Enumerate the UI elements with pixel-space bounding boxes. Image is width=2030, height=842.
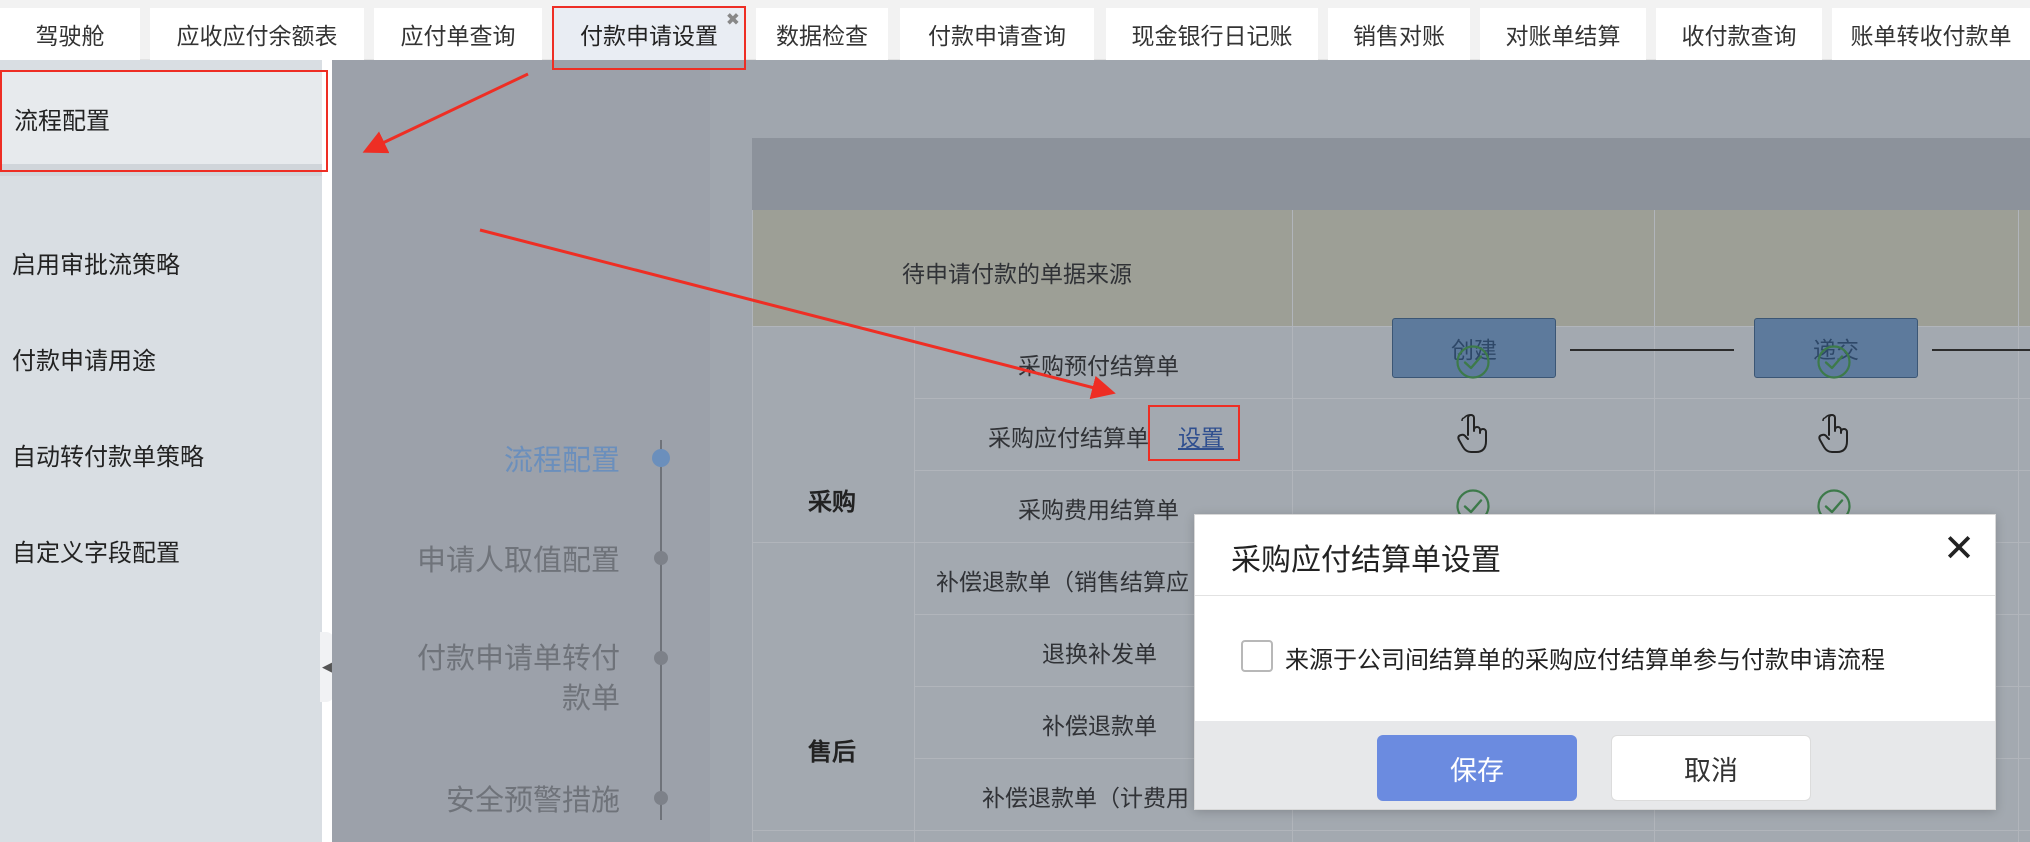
row-label-refund-expense: 补偿退款单（计费用 [982,786,1189,812]
tab-label: 对账单结算 [1505,24,1621,50]
row-label-exchange-reissue: 退换补发单 [1042,642,1157,668]
participate-checkbox-label: 来源于公司间结算单的采购应付结算单参与付款申请流程 [1285,646,1885,674]
settings-dialog: 采购应付结算单设置 ✕ 来源于公司间结算单的采购应付结算单参与付款申请流程 保存… [1194,514,1996,810]
tab-payment-request-query[interactable]: 付款申请查询 [900,8,1094,60]
category-after-sales: 售后 [808,738,856,766]
row-label-purchase-payable: 采购应付结算单 [988,426,1149,452]
step-process-config[interactable]: 流程配置 [504,440,620,480]
step-dot [654,551,668,565]
tab-bill-to-payment[interactable]: 账单转收付款单 [1832,8,2030,60]
settings-link[interactable]: 设置 [1178,419,1224,453]
grid-header [752,138,2030,210]
step-dot [654,791,668,805]
sidebar-item-approval-strategy[interactable]: 启用审批流策略 [0,214,322,310]
tab-data-check[interactable]: 数据检查 [756,8,888,60]
tab-label: 驾驶舱 [35,24,105,50]
check-circle-icon [1456,345,1490,379]
cancel-button[interactable]: 取消 [1611,735,1811,801]
tab-payment-request-settings[interactable]: 付款申请设置 ✖ [552,8,746,60]
close-icon[interactable]: ✕ [1943,529,1975,567]
hand-pointer-icon[interactable] [1453,412,1493,456]
check-circle-icon [1817,345,1851,379]
tab-label: 账单转收付款单 [1850,24,2012,50]
sidebar-item-auto-convert-strategy[interactable]: 自动转付款单策略 [0,406,322,502]
settings-sidebar: 流程配置 启用审批流策略 付款申请用途 自动转付款单策略 自定义字段配置 [0,60,322,842]
tab-cockpit[interactable]: 驾驶舱 [0,8,140,60]
tab-sales-reconciliation[interactable]: 销售对账 [1328,8,1470,60]
row-label-compensation-refund: 补偿退款单 [1042,714,1157,740]
dialog-footer: 保存 取消 [1195,721,1995,809]
category-purchase: 采购 [808,488,856,516]
step-convert-to-payment-line2: 款单 [561,681,620,715]
dialog-title: 采购应付结算单设置 [1231,543,1501,578]
step-applicant-config[interactable]: 申请人取值配置 [417,540,620,580]
flow-connector [1932,349,2030,351]
grid-line [914,326,915,842]
chevron-left-icon: ◀ [322,659,332,675]
sidebar-item-custom-fields[interactable]: 自定义字段配置 [0,502,322,598]
source-header: 待申请付款的单据来源 [902,262,1132,288]
tab-receipt-payment-query[interactable]: 收付款查询 [1656,8,1822,60]
hand-pointer-icon[interactable] [1814,412,1854,456]
step-security-warning[interactable]: 安全预警措施 [446,780,620,820]
dialog-divider [1195,595,1995,596]
tab-label: 收付款查询 [1681,24,1797,50]
sidebar-item-process-config[interactable]: 流程配置 [0,72,322,176]
save-button[interactable]: 保存 [1377,735,1577,801]
tab-label: 数据检查 [776,24,868,50]
step-dot [654,651,668,665]
tab-label: 应付单查询 [400,24,516,50]
tab-label: 现金银行日记账 [1131,24,1293,50]
participate-checkbox[interactable] [1241,640,1273,672]
tab-label: 应收应付余额表 [176,24,338,50]
step-convert-to-payment[interactable]: 付款申请单转付 [417,638,620,678]
step-navigator: 流程配置 申请人取值配置 付款申请单转付 款单 安全预警措施 [332,60,710,842]
step-timeline [660,440,662,820]
row-label-purchase-prepay: 采购预付结算单 [1018,354,1179,380]
flow-connector [1570,349,1734,351]
tab-cash-bank-journal[interactable]: 现金银行日记账 [1106,8,1318,60]
tab-label: 销售对账 [1353,24,1445,50]
grid-line [914,398,2030,399]
tab-close-icon[interactable]: ✖ [726,12,740,29]
grid-line [914,470,2030,471]
tab-label: 付款申请设置 [580,24,718,50]
sidebar-item-label: 付款申请用途 [12,346,156,375]
row-label-purchase-expense: 采购费用结算单 [1018,498,1179,524]
row-label-refund-sales: 补偿退款单（销售结算应 [936,570,1189,596]
sidebar-item-payment-purpose[interactable]: 付款申请用途 [0,310,322,406]
tab-label: 付款申请查询 [928,24,1066,50]
sidebar-item-label: 启用审批流策略 [12,250,180,279]
tab-payable-query[interactable]: 应付单查询 [374,8,542,60]
grid-line [2018,210,2019,842]
sidebar-item-label: 自定义字段配置 [12,538,180,567]
grid-line [752,830,2030,831]
sidebar-item-label: 自动转付款单策略 [12,442,204,471]
tab-ar-ap-balance[interactable]: 应收应付余额表 [150,8,364,60]
grid-line [752,210,753,842]
step-dot [652,449,670,467]
sidebar-item-label: 流程配置 [14,106,110,135]
tab-statement-settlement[interactable]: 对账单结算 [1480,8,1646,60]
tab-bar: 驾驶舱 应收应付余额表 应付单查询 付款申请设置 ✖ 数据检查 付款申请查询 现… [0,0,2030,60]
